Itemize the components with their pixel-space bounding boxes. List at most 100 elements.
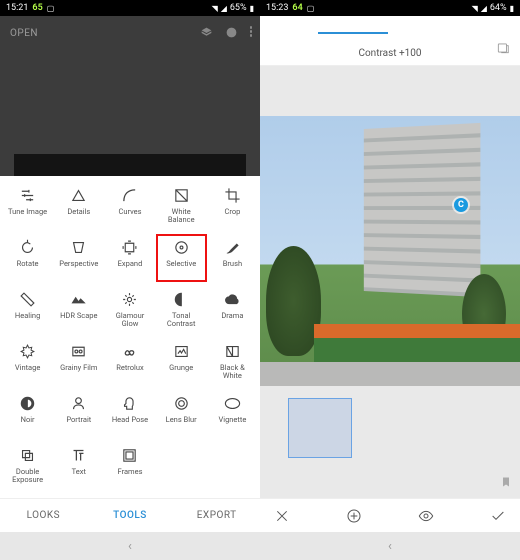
active-tab-indicator <box>318 32 388 34</box>
tool-label: Healing <box>15 312 40 320</box>
tools-panel: Tune Image Details Curves White Balance Crop… <box>0 176 260 498</box>
nav-back-left[interactable]: ‹ <box>128 539 132 554</box>
tool-label: Head Pose <box>112 416 148 424</box>
signal-icon: ◢ <box>221 4 227 13</box>
clock: 15:21 <box>6 3 28 13</box>
tool-grunge[interactable]: Grunge <box>156 338 207 386</box>
tool-head-pose[interactable]: Head Pose <box>104 390 155 438</box>
tool-tune-image[interactable]: Tune Image <box>2 182 53 230</box>
frames-icon <box>121 446 139 464</box>
bottom-tabs: LOOKS TOOLS EXPORT <box>0 498 260 532</box>
clock: 15:23 <box>266 3 288 13</box>
status-bar-right: 15:23 64 ▢ ◥ ◢ 64% ▮ <box>260 0 520 16</box>
layers-icon[interactable] <box>200 26 213 42</box>
tool-label: Double Exposure <box>12 468 43 485</box>
hdr-icon <box>70 290 88 308</box>
tool-black-white[interactable]: Black & White <box>207 338 258 386</box>
crop-icon <box>223 186 241 204</box>
tab-tools[interactable]: TOOLS <box>87 499 174 532</box>
curve-icon <box>121 186 139 204</box>
tool-lens-blur[interactable]: Lens Blur <box>156 390 207 438</box>
tool-selective[interactable]: Selective <box>156 234 207 282</box>
tool-label: Text <box>72 468 86 476</box>
cancel-button[interactable] <box>274 508 290 524</box>
tool-details[interactable]: Details <box>53 182 104 230</box>
tab-export[interactable]: EXPORT <box>173 499 260 532</box>
action-bar <box>260 498 520 532</box>
battery-percent: 65% <box>230 3 247 13</box>
tool-label: HDR Scape <box>60 312 97 320</box>
tool-glamour-glow[interactable]: Glamour Glow <box>104 286 155 334</box>
open-button[interactable]: OPEN <box>10 28 38 39</box>
text-icon <box>70 446 88 464</box>
tool-label: Frames <box>118 468 143 476</box>
vintage-icon <box>19 342 37 360</box>
tool-label: Expand <box>118 260 143 268</box>
nav-back-right[interactable]: ‹ <box>388 539 392 554</box>
tool-hdr-scape[interactable]: HDR Scape <box>53 286 104 334</box>
signal-icon: ◢ <box>481 4 487 13</box>
grunge-icon <box>172 342 190 360</box>
photo-hedge <box>314 324 520 364</box>
tool-text[interactable]: Text <box>53 442 104 490</box>
tool-expand[interactable]: Expand <box>104 234 155 282</box>
add-point-button[interactable] <box>346 508 362 524</box>
adjustment-label: Contrast +100 <box>358 48 421 59</box>
retro-icon <box>121 342 139 360</box>
tool-label: Vintage <box>15 364 40 372</box>
tool-double-exposure[interactable]: Double Exposure <box>2 442 53 490</box>
headpose-icon <box>121 394 139 412</box>
photo-preview[interactable]: C <box>260 116 520 386</box>
tool-white-balance[interactable]: White Balance <box>156 182 207 230</box>
tool-brush[interactable]: Brush <box>207 234 258 282</box>
tool-drama[interactable]: Drama <box>207 286 258 334</box>
tool-label: Tonal Contrast <box>167 312 196 329</box>
editor-header-dimmed: OPEN <box>0 16 260 176</box>
tool-label: Noir <box>21 416 35 424</box>
tool-grainy-film[interactable]: Grainy Film <box>53 338 104 386</box>
tool-vintage[interactable]: Vintage <box>2 338 53 386</box>
tool-portrait[interactable]: Portrait <box>53 390 104 438</box>
tool-noir[interactable]: Noir <box>2 390 53 438</box>
tool-perspective[interactable]: Perspective <box>53 234 104 282</box>
tool-tonal-contrast[interactable]: Tonal Contrast <box>156 286 207 334</box>
tool-label: Tune Image <box>8 208 47 216</box>
tool-curves[interactable]: Curves <box>104 182 155 230</box>
bookmark-icon[interactable] <box>500 473 512 492</box>
tool-label: Curves <box>118 208 141 216</box>
info-icon[interactable] <box>225 26 238 42</box>
battery-icon: ▮ <box>250 4 254 13</box>
tool-crop[interactable]: Crop <box>207 182 258 230</box>
wb-icon <box>172 186 190 204</box>
double-icon <box>19 446 37 464</box>
tool-label: Vignette <box>218 416 246 424</box>
wifi-icon: ◥ <box>212 4 218 13</box>
vignette-icon <box>223 394 241 412</box>
apply-button[interactable] <box>490 508 506 524</box>
tool-label: Black & White <box>220 364 245 381</box>
selective-icon <box>172 238 190 256</box>
triangle-icon <box>70 186 88 204</box>
adjust-header: Contrast +100 <box>260 16 520 66</box>
tool-vignette[interactable]: Vignette <box>207 390 258 438</box>
tool-rotate[interactable]: Rotate <box>2 234 53 282</box>
tutorial-icon[interactable] <box>496 40 510 59</box>
tool-healing[interactable]: Healing <box>2 286 53 334</box>
heal-icon <box>19 290 37 308</box>
tool-label: Grainy Film <box>60 364 97 372</box>
more-icon[interactable] <box>250 26 253 42</box>
tool-label: Rotate <box>17 260 39 268</box>
slider-thumb[interactable] <box>288 398 352 458</box>
tool-retrolux[interactable]: Retrolux <box>104 338 155 386</box>
tool-label: Crop <box>224 208 240 216</box>
slider-zone[interactable] <box>260 386 520 498</box>
image-preview-dimmed <box>14 154 246 176</box>
tab-looks[interactable]: LOOKS <box>0 499 87 532</box>
preview-button[interactable] <box>418 508 434 524</box>
battery-percent: 64% <box>490 3 507 13</box>
battery-indicator: 65 <box>32 3 42 13</box>
rotate-icon <box>19 238 37 256</box>
tool-label: Details <box>67 208 90 216</box>
control-point[interactable]: C <box>454 198 468 212</box>
tool-frames[interactable]: Frames <box>104 442 155 490</box>
